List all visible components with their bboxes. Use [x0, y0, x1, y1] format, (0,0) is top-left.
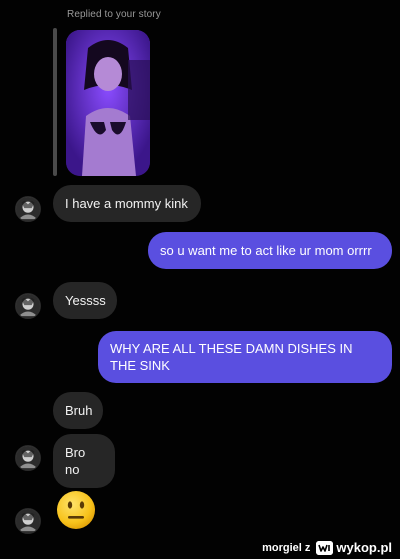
avatar-icon [16, 294, 40, 318]
wykop-logo: wykop.pl [316, 540, 392, 555]
message-bubble-outgoing[interactable]: WHY ARE ALL THESE DAMN DISHES IN THE SIN… [98, 331, 392, 383]
avatar-icon [16, 509, 40, 533]
story-photo-icon [66, 30, 150, 176]
sender-avatar[interactable] [15, 508, 41, 534]
story-reply-label: Replied to your story [67, 9, 161, 20]
sender-avatar[interactable] [15, 445, 41, 471]
message-bubble-incoming[interactable]: I have a mommy kink [53, 185, 201, 222]
sender-avatar[interactable] [15, 196, 41, 222]
message-bubble-incoming[interactable]: Yessss [53, 282, 117, 319]
message-bubble-outgoing[interactable]: so u want me to act like ur mom orrrr [148, 232, 392, 269]
avatar-icon [16, 197, 40, 221]
watermark: morgiel z wykop.pl [262, 540, 392, 555]
story-thumbnail[interactable] [66, 30, 150, 176]
neutral-face-emoji-icon[interactable] [56, 490, 96, 530]
sender-avatar[interactable] [15, 293, 41, 319]
watermark-user: morgiel z [262, 541, 311, 554]
message-bubble-incoming[interactable]: Bro no [53, 434, 115, 488]
reply-quote-bar [53, 28, 57, 176]
wykop-logo-icon [316, 540, 334, 555]
message-bubble-incoming[interactable]: Bruh [53, 392, 103, 429]
chat-screen: Replied to your story I have a mommy kin… [0, 0, 400, 559]
watermark-site: wykop.pl [336, 540, 392, 555]
avatar-icon [16, 446, 40, 470]
